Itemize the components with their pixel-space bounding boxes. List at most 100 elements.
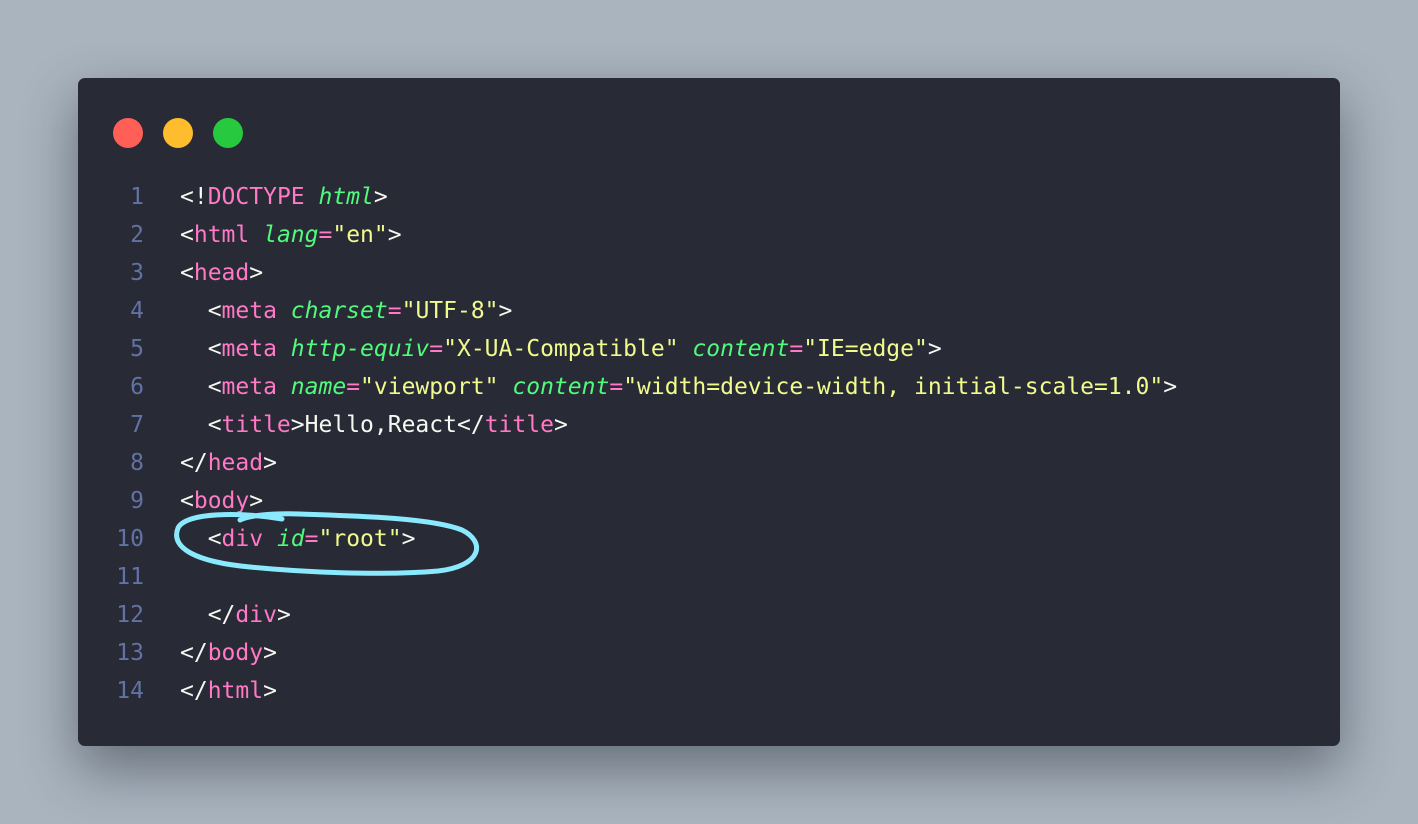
line-source: <head>	[180, 254, 263, 292]
code-token: id	[276, 526, 305, 552]
code-token: title	[221, 412, 291, 438]
code-token: "width=device-width, initial-scale=1.0"	[623, 374, 1164, 400]
code-token: <	[180, 260, 194, 286]
code-line: 8 </head>	[78, 444, 1340, 482]
line-number: 8	[130, 450, 144, 476]
line-number: 9	[130, 488, 144, 514]
code-token: "viewport"	[360, 374, 499, 400]
code-line: 10 <div id="root">	[78, 520, 1340, 558]
code-token: <!	[180, 184, 208, 210]
code-token: head	[193, 260, 250, 286]
code-line: 4 <meta charset="UTF-8">	[78, 292, 1340, 330]
code-token: "en"	[332, 222, 388, 248]
code-token: </	[456, 412, 485, 438]
code-line: 1 <!DOCTYPE html>	[78, 178, 1340, 216]
code-line: 3 <head>	[78, 254, 1340, 292]
code-token: >	[387, 222, 402, 248]
line-source: <html lang="en">	[180, 216, 402, 254]
line-number: 14	[116, 678, 144, 704]
line-number: 1	[130, 184, 144, 210]
code-token: lang	[263, 222, 319, 248]
code-token: </	[180, 678, 208, 704]
code-token: Hello,React	[304, 412, 457, 438]
code-token: html	[207, 678, 264, 704]
line-number: 6	[130, 374, 144, 400]
code-token: head	[207, 450, 264, 476]
code-token: "UTF-8"	[401, 298, 499, 324]
code-token: meta	[221, 336, 277, 362]
code-token: <	[180, 488, 194, 514]
code-token: =	[789, 336, 804, 362]
line-number: 2	[130, 222, 144, 248]
line-number: 11	[116, 564, 144, 590]
line-number: 12	[116, 602, 144, 628]
line-source: </body>	[180, 634, 277, 672]
code-token: meta	[221, 298, 277, 324]
code-line: 2 <html lang="en">	[78, 216, 1340, 254]
line-source: <body>	[180, 482, 263, 520]
code-token: >	[373, 184, 388, 210]
code-line: 13 </body>	[78, 634, 1340, 672]
code-token: "X-UA-Compatible"	[443, 336, 679, 362]
code-token: <	[180, 222, 194, 248]
code-token: body	[193, 488, 250, 514]
code-token: content	[692, 336, 790, 362]
code-token: <	[180, 412, 222, 438]
code-token: =	[387, 298, 402, 324]
code-token: >	[263, 640, 277, 666]
line-number: 10	[116, 526, 144, 552]
code-token: =	[304, 526, 319, 552]
line-source: </div>	[180, 596, 291, 634]
code-token: >	[401, 526, 416, 552]
code-token: meta	[221, 374, 277, 400]
code-token: <	[180, 298, 222, 324]
code-token: </	[180, 640, 208, 666]
code-token: >	[927, 336, 942, 362]
code-token: >	[263, 678, 277, 704]
code-token: </	[180, 602, 236, 628]
close-dot[interactable]	[113, 118, 143, 148]
line-number: 4	[130, 298, 144, 324]
code-token: >	[1163, 374, 1178, 400]
line-source: <title>Hello,React</title>	[180, 406, 568, 444]
line-number: 13	[116, 640, 144, 666]
code-token: body	[207, 640, 264, 666]
maximize-dot[interactable]	[213, 118, 243, 148]
code-block: 1 <!DOCTYPE html> 2 <html lang="en"> 3 <head>…	[78, 178, 1340, 710]
code-token: >	[290, 412, 305, 438]
line-number: 3	[130, 260, 144, 286]
line-source: <meta http-equiv = "X-UA-Compatible" conte…	[180, 330, 942, 368]
code-token: content	[512, 374, 610, 400]
code-line: 6 <meta name="viewport" content="width=d…	[78, 368, 1340, 406]
code-token: div	[235, 602, 277, 628]
line-source: <meta charset="UTF-8">	[180, 292, 513, 330]
code-token: "root"	[318, 526, 402, 552]
code-token: >	[249, 260, 264, 286]
code-line: 11	[78, 558, 1340, 596]
code-token: =	[609, 374, 624, 400]
code-token: </	[180, 450, 208, 476]
code-token: html	[318, 184, 374, 210]
code-line: 12 </div>	[78, 596, 1340, 634]
line-source: <div id="root">	[180, 520, 416, 558]
line-number: 7	[130, 412, 144, 438]
code-token: =	[346, 374, 361, 400]
code-token: >	[263, 450, 277, 476]
line-source: </html>	[180, 672, 277, 710]
code-token: <	[180, 526, 222, 552]
code-token: html	[193, 222, 250, 248]
code-token: charset	[290, 298, 388, 324]
code-token: title	[484, 412, 554, 438]
code-token: "IE=edge"	[803, 336, 928, 362]
minimize-dot[interactable]	[163, 118, 193, 148]
code-token: <	[180, 336, 222, 362]
line-source: </head>	[180, 444, 277, 482]
code-token: http-equiv	[290, 336, 430, 362]
line-source: <!DOCTYPE html>	[180, 178, 388, 216]
